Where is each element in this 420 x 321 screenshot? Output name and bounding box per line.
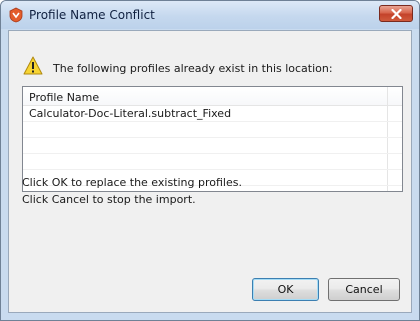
close-icon — [391, 9, 402, 19]
dialog-window: Profile Name Conflict The following prof… — [0, 0, 420, 321]
table-row-empty — [23, 138, 402, 154]
table-row-empty — [23, 122, 402, 138]
column-header-profile-name[interactable]: Profile Name — [29, 91, 99, 104]
cancel-hint-text: Click Cancel to stop the import. — [22, 193, 196, 206]
profile-name-cell: Calculator-Doc-Literal.subtract_Fixed — [29, 107, 232, 120]
app-logo-icon — [8, 7, 24, 23]
title-bar[interactable]: Profile Name Conflict — [1, 1, 419, 29]
table-header[interactable]: Profile Name — [23, 87, 402, 106]
ok-button[interactable]: OK — [252, 278, 319, 301]
table-row-empty — [23, 154, 402, 170]
table-row[interactable]: Calculator-Doc-Literal.subtract_Fixed — [23, 106, 402, 122]
ok-hint-text: Click OK to replace the existing profile… — [22, 176, 242, 189]
close-button[interactable] — [379, 5, 413, 22]
cancel-button[interactable]: Cancel — [328, 278, 400, 301]
dialog-title: Profile Name Conflict — [29, 8, 155, 22]
dialog-body: The following profiles already exist in … — [8, 30, 412, 313]
warning-icon — [23, 56, 43, 75]
conflict-message: The following profiles already exist in … — [53, 62, 333, 75]
